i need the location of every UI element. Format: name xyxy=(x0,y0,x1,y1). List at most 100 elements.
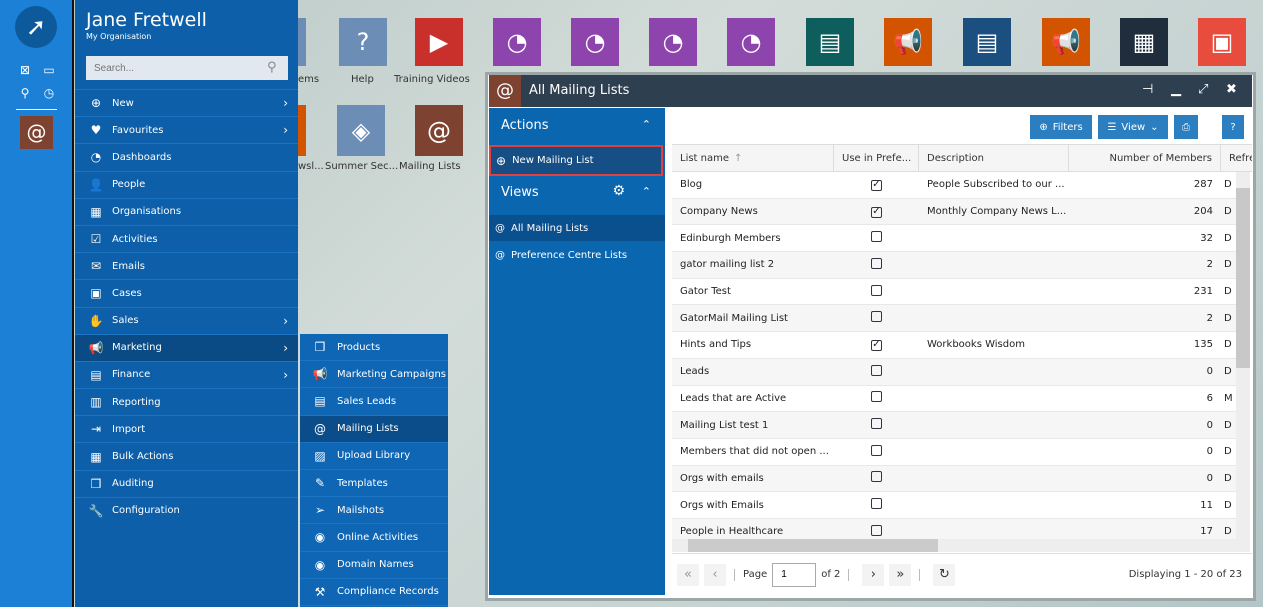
desktop-tile[interactable]: ▦ xyxy=(1120,18,1168,66)
use-in-preference-checkbox[interactable]: ✓ xyxy=(871,339,882,351)
col-list-name[interactable]: List name ↑ xyxy=(672,145,834,171)
close-all-icon[interactable]: ⊠ xyxy=(18,63,32,77)
menu-item-finance[interactable]: ▤ Finance › xyxy=(75,360,298,388)
close-icon[interactable]: ✖ xyxy=(1226,82,1237,97)
table-row[interactable]: Edinburgh Members 32 D xyxy=(672,225,1236,253)
scroll-thumb[interactable] xyxy=(688,539,938,552)
desktop-tile[interactable]: ◔ xyxy=(727,18,775,66)
submenu-item-templates[interactable]: ✎ Templates xyxy=(300,470,448,498)
use-in-preference-checkbox[interactable] xyxy=(871,257,882,269)
table-row[interactable]: Blog ✓ People Subscribed to our ... 287 D xyxy=(672,172,1236,199)
prev-page-button[interactable]: ‹ xyxy=(704,563,726,586)
submenu-item-mailing-lists[interactable]: @ Mailing Lists xyxy=(300,415,448,443)
use-in-preference-checkbox[interactable]: ✓ xyxy=(871,206,882,218)
table-row[interactable]: Members that did not open ... 0 D xyxy=(672,439,1236,466)
last-page-button[interactable]: » xyxy=(889,563,912,586)
menu-item-dashboards[interactable]: ◔ Dashboards xyxy=(75,143,298,170)
desktop-tile[interactable]: ◔ xyxy=(571,18,619,66)
table-row[interactable]: GatorMail Mailing List 2 D xyxy=(672,305,1236,333)
new-mailing-list-button[interactable]: ⊕ New Mailing List xyxy=(489,145,663,176)
menu-item-emails[interactable]: ✉ Emails xyxy=(75,252,298,279)
submenu-item-upload-library[interactable]: ▨ Upload Library xyxy=(300,443,448,470)
menu-item-organisations[interactable]: ▦ Organisations xyxy=(75,197,298,225)
use-in-preference-checkbox[interactable] xyxy=(871,364,882,376)
col-refresh[interactable]: Refre xyxy=(1221,145,1252,171)
desktop-tile[interactable]: ▤ xyxy=(963,18,1011,66)
submenu-item-mailshots[interactable]: ➢ Mailshots xyxy=(300,497,448,525)
mailing-lists-window-tab[interactable]: @ xyxy=(20,116,53,149)
table-row[interactable]: Gator Test 231 D xyxy=(672,279,1236,306)
desktop-tile[interactable]: ◈ xyxy=(337,105,385,156)
next-page-button[interactable]: › xyxy=(862,563,885,586)
window-icon[interactable]: ▭ xyxy=(42,63,56,77)
menu-item-auditing[interactable]: ❒ Auditing xyxy=(75,469,298,497)
collapse-actions-icon[interactable]: ⌃ xyxy=(642,118,651,131)
scroll-thumb[interactable] xyxy=(1236,188,1250,368)
use-in-preference-checkbox[interactable] xyxy=(871,471,882,483)
menu-item-configuration[interactable]: 🔧 Configuration xyxy=(75,496,298,524)
desktop-tile[interactable]: ▣ xyxy=(1198,18,1246,66)
table-row[interactable]: Mailing List test 1 0D xyxy=(672,412,1236,439)
gear-icon[interactable]: ⚙ xyxy=(612,183,625,199)
maximize-icon[interactable]: ⤢ xyxy=(1198,82,1208,97)
view-preference-centre-lists[interactable]: @ Preference Centre Lists xyxy=(489,242,665,268)
menu-item-new[interactable]: ⊕ New › xyxy=(75,89,298,116)
horizontal-scrollbar[interactable] xyxy=(672,539,1250,552)
menu-item-favourites[interactable]: ♥ Favourites › xyxy=(75,116,298,143)
col-number-of-members[interactable]: Number of Members xyxy=(1069,145,1221,171)
search-icon[interactable]: ⚲ xyxy=(18,86,32,100)
first-page-button[interactable]: « xyxy=(677,563,699,586)
submenu-item-marketing-campaigns[interactable]: 📢 Marketing Campaigns xyxy=(300,361,448,389)
menu-item-cases[interactable]: ▣ Cases xyxy=(75,279,298,306)
use-in-preference-checkbox[interactable] xyxy=(871,444,882,456)
menu-item-reporting[interactable]: ▥ Reporting xyxy=(75,388,298,415)
vertical-scrollbar[interactable] xyxy=(1236,172,1250,539)
menu-item-sales[interactable]: ✋ Sales › xyxy=(75,306,298,334)
submenu-item-compliance-records[interactable]: ⚒ Compliance Records xyxy=(300,579,448,606)
minimize-icon[interactable]: ▁ xyxy=(1171,82,1181,97)
use-in-preference-checkbox[interactable] xyxy=(871,391,882,403)
use-in-preference-checkbox[interactable] xyxy=(871,284,882,296)
desktop-tile[interactable]: ▤ xyxy=(806,18,854,66)
view-all-mailing-lists[interactable]: @ All Mailing Lists xyxy=(489,215,665,241)
submenu-item-online-activities[interactable]: ◉ Online Activities xyxy=(300,524,448,552)
page-input[interactable] xyxy=(772,562,817,587)
menu-item-people[interactable]: 👤 People xyxy=(75,170,298,198)
table-row[interactable]: Leads that are Active 6 M xyxy=(672,386,1236,413)
table-row[interactable]: gator mailing list 2 2D xyxy=(672,252,1236,279)
use-in-preference-checkbox[interactable] xyxy=(871,498,882,510)
refresh-button[interactable]: ↻ xyxy=(933,563,956,586)
print-button[interactable]: ⎙ xyxy=(1174,115,1198,139)
menu-item-activities[interactable]: ☑ Activities xyxy=(75,224,298,252)
table-row[interactable]: Orgs with emails 0 D xyxy=(672,465,1236,493)
view-button[interactable]: ☰ View ⌄ xyxy=(1098,115,1168,139)
desktop-tile[interactable]: ◔ xyxy=(493,18,541,66)
pin-icon[interactable]: ⊣ xyxy=(1142,82,1153,97)
menu-item-marketing[interactable]: 📢 Marketing › xyxy=(75,333,298,361)
window-titlebar[interactable]: @ All Mailing Lists ⊣ ▁ ⤢ ✖ xyxy=(489,75,1252,107)
collapse-views-icon[interactable]: ⌃ xyxy=(642,185,651,198)
submenu-item-products[interactable]: ❒ Products xyxy=(300,334,448,362)
help-button[interactable]: ? xyxy=(1222,115,1244,139)
use-in-preference-checkbox[interactable] xyxy=(871,231,882,243)
table-row[interactable]: Company News ✓ Monthly Company News L... 20… xyxy=(672,198,1236,226)
use-in-preference-checkbox[interactable] xyxy=(871,311,882,323)
desktop-tile[interactable]: 📢 xyxy=(1042,18,1090,66)
col-description[interactable]: Description xyxy=(919,145,1069,171)
use-in-preference-checkbox[interactable] xyxy=(871,418,882,430)
submenu-item-domain-names[interactable]: ◉ Domain Names xyxy=(300,552,448,579)
col-use-in-preference[interactable]: Use in Prefe... xyxy=(834,145,919,171)
filters-button[interactable]: ⊕ Filters xyxy=(1030,115,1092,139)
menu-search-input[interactable] xyxy=(86,56,288,80)
menu-item-import[interactable]: ⇥ Import xyxy=(75,415,298,442)
app-logo[interactable]: ➚ xyxy=(15,6,57,48)
clock-icon[interactable]: ◷ xyxy=(42,86,56,100)
submenu-item-sales-leads[interactable]: ▤ Sales Leads xyxy=(300,388,448,416)
desktop-tile[interactable]: ? xyxy=(339,18,387,66)
table-row[interactable]: Orgs with Emails 11 D xyxy=(672,492,1236,519)
use-in-preference-checkbox[interactable] xyxy=(871,524,882,536)
desktop-tile[interactable]: @ xyxy=(415,105,463,156)
menu-item-bulk-actions[interactable]: ▦ Bulk Actions xyxy=(75,442,298,469)
desktop-tile[interactable]: ▶ xyxy=(415,18,463,66)
desktop-tile[interactable]: ◔ xyxy=(649,18,697,66)
